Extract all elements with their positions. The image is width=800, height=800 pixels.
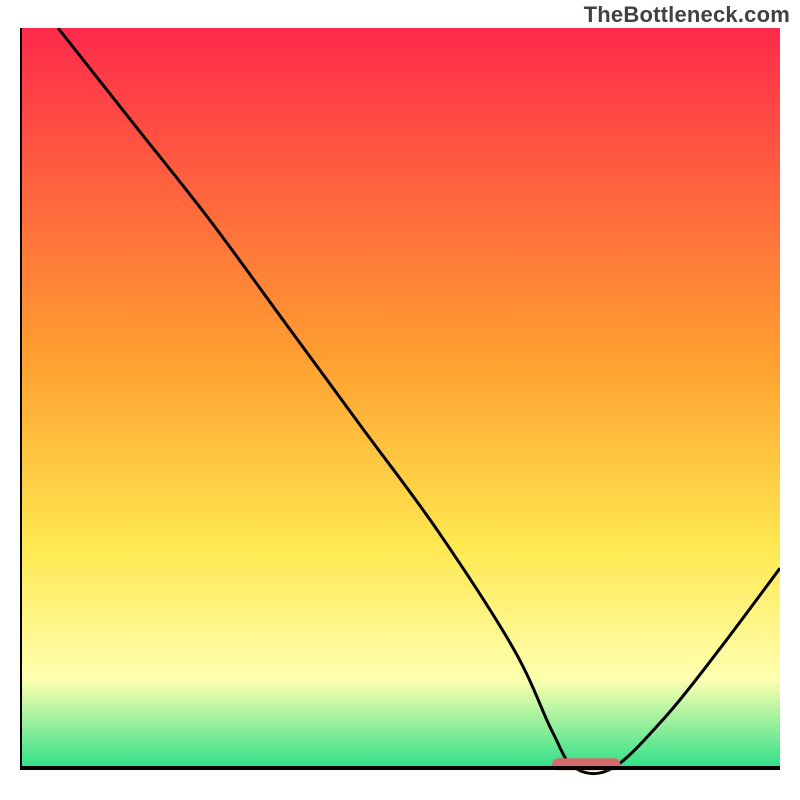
chart-svg — [20, 28, 780, 788]
gradient-background — [20, 28, 780, 768]
watermark-label: TheBottleneck.com — [584, 2, 790, 28]
chart-container: TheBottleneck.com — [0, 0, 800, 800]
plot-area — [20, 28, 780, 788]
